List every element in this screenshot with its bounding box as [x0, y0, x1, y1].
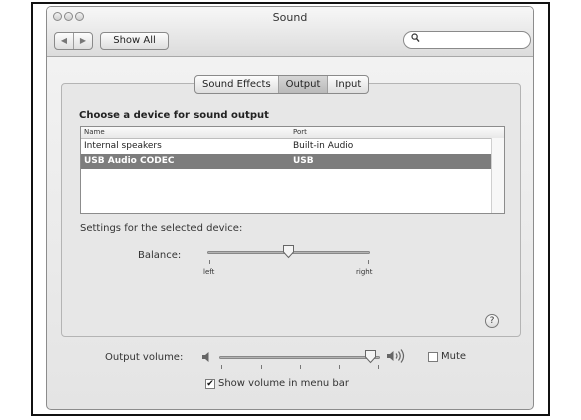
device-port: USB	[293, 156, 314, 166]
help-button[interactable]: ?	[485, 314, 499, 328]
output-panel: Choose a device for sound output Name Po…	[61, 83, 521, 337]
volume-tick	[339, 365, 340, 369]
column-header-name[interactable]: Name	[84, 127, 105, 138]
volume-tick	[300, 365, 301, 369]
forward-icon[interactable]: ▶	[73, 33, 92, 49]
mute-label: Mute	[441, 351, 467, 362]
table-row[interactable]: USB Audio CODEC USB	[81, 154, 504, 169]
balance-label: Balance:	[138, 250, 182, 261]
show-volume-label: Show volume in menu bar	[218, 378, 350, 389]
window-title: Sound	[272, 11, 308, 24]
preference-tabs: Sound Effects Output Input	[194, 75, 370, 94]
sound-preferences-window: Sound ◀ ▶ Show All Sound Effects Output …	[46, 6, 534, 410]
search-field[interactable]	[403, 31, 531, 49]
device-name: USB Audio CODEC	[84, 156, 175, 166]
tab-sound-effects[interactable]: Sound Effects	[195, 76, 278, 93]
tab-input[interactable]: Input	[327, 76, 368, 93]
volume-tick	[378, 365, 379, 369]
search-icon	[411, 33, 420, 46]
balance-tick	[368, 260, 369, 264]
speaker-low-icon	[202, 352, 209, 362]
table-row[interactable]: Internal speakers Built-in Audio	[81, 139, 504, 154]
mute-checkbox[interactable]	[428, 352, 438, 362]
balance-right-label: right	[356, 268, 373, 276]
volume-tick	[221, 365, 222, 369]
back-icon[interactable]: ◀	[55, 33, 73, 49]
output-volume-label: Output volume:	[105, 352, 184, 363]
device-name: Internal speakers	[84, 141, 162, 151]
tab-output[interactable]: Output	[277, 76, 328, 93]
show-all-button[interactable]: Show All	[100, 32, 169, 50]
table-scrollbar[interactable]	[491, 138, 504, 213]
table-header: Name Port	[81, 127, 504, 139]
search-input[interactable]	[422, 33, 522, 47]
balance-tick	[209, 260, 210, 264]
speaker-high-icon	[387, 349, 405, 363]
balance-slider-thumb[interactable]	[282, 244, 295, 259]
back-forward-buttons: ◀ ▶	[54, 32, 93, 50]
output-volume-slider-thumb[interactable]	[364, 349, 377, 364]
device-table: Name Port Internal speakers Built-in Aud…	[80, 126, 505, 214]
output-volume-slider-track[interactable]	[219, 356, 380, 359]
device-port: Built-in Audio	[293, 141, 354, 151]
column-header-port[interactable]: Port	[293, 127, 307, 138]
title-bar: Sound ◀ ▶ Show All	[47, 7, 533, 57]
device-heading: Choose a device for sound output	[79, 110, 269, 121]
balance-left-label: left	[203, 268, 215, 276]
settings-label: Settings for the selected device:	[80, 223, 243, 234]
volume-tick	[261, 365, 262, 369]
show-volume-checkbox[interactable]: ✔	[205, 379, 215, 389]
